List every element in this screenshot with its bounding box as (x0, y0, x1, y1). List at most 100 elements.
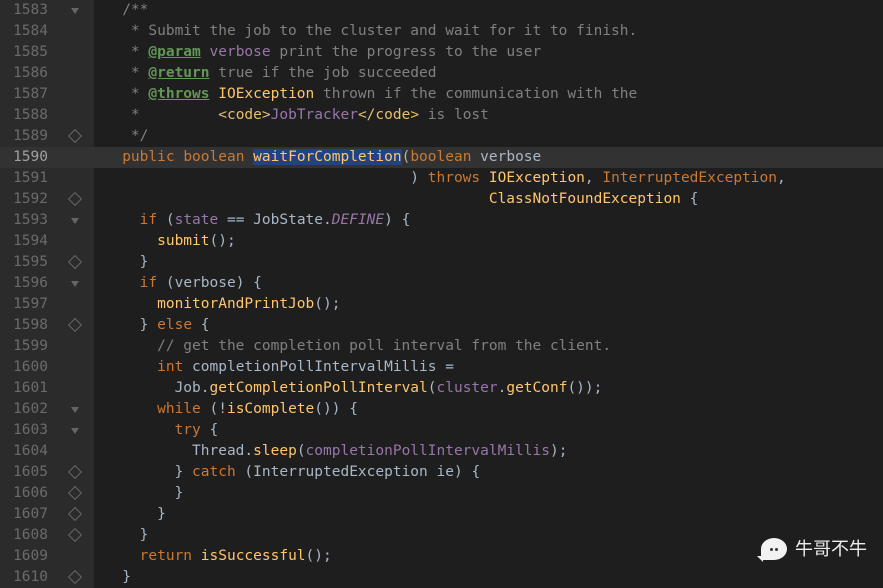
fold-marker (56, 336, 94, 357)
code-token: { (681, 191, 698, 207)
fold-marker[interactable] (56, 567, 94, 588)
code-token: { (201, 422, 218, 438)
code-token (96, 212, 140, 228)
code-token (210, 86, 219, 102)
code-editor[interactable]: 1583158415851586158715881589159015911592… (0, 0, 883, 588)
code-token (96, 380, 175, 396)
code-line[interactable]: ) throws IOException, InterruptedExcepti… (96, 168, 883, 189)
line-number: 1598 (4, 315, 48, 336)
fold-marker[interactable] (56, 483, 94, 504)
code-token (96, 443, 192, 459)
code-line[interactable]: * Submit the job to the cluster and wait… (96, 21, 883, 42)
fold-marker[interactable] (56, 0, 94, 21)
code-token (96, 107, 131, 123)
code-token (183, 359, 192, 375)
code-line[interactable]: while (!isComplete()) { (96, 399, 883, 420)
code-line[interactable]: public boolean waitForCompletion(boolean… (96, 147, 883, 168)
code-line[interactable]: if (verbose) { (96, 273, 883, 294)
code-token: @param (148, 44, 200, 60)
line-number: 1587 (4, 84, 48, 105)
code-token: ()); (567, 380, 602, 396)
code-token (96, 548, 140, 564)
code-line[interactable]: int completionPollIntervalMillis = (96, 357, 883, 378)
line-number: 1594 (4, 231, 48, 252)
code-area[interactable]: /** * Submit the job to the cluster and … (94, 0, 883, 588)
code-line[interactable]: } (96, 483, 883, 504)
code-token: completionPollIntervalMillis (306, 443, 550, 459)
code-token: (); (306, 548, 332, 564)
code-line[interactable]: */ (96, 126, 883, 147)
code-token (96, 170, 410, 186)
line-number: 1585 (4, 42, 48, 63)
fold-marker[interactable] (56, 126, 94, 147)
fold-marker[interactable] (56, 210, 94, 231)
code-token (96, 506, 157, 522)
code-token: print the progress to the user (271, 44, 542, 60)
code-token: { (192, 317, 209, 333)
watermark: 牛哥不牛 (761, 538, 867, 560)
code-line[interactable]: try { (96, 420, 883, 441)
code-line[interactable]: * @return true if the job succeeded (96, 63, 883, 84)
fold-marker (56, 63, 94, 84)
code-token (192, 548, 201, 564)
fold-marker[interactable] (56, 252, 94, 273)
fold-marker[interactable] (56, 315, 94, 336)
line-number: 1605 (4, 462, 48, 483)
code-line[interactable]: Job.getCompletionPollInterval(cluster.ge… (96, 378, 883, 399)
fold-marker[interactable] (56, 525, 94, 546)
code-token: ) { (454, 464, 480, 480)
code-line[interactable]: } (96, 504, 883, 525)
code-token: ( (236, 464, 253, 480)
line-number: 1590 (4, 147, 48, 168)
fold-marker[interactable] (56, 189, 94, 210)
fold-marker[interactable] (56, 504, 94, 525)
code-token: . (201, 380, 210, 396)
fold-marker (56, 21, 94, 42)
code-token: , (777, 170, 786, 186)
line-number: 1599 (4, 336, 48, 357)
line-number: 1610 (4, 567, 48, 588)
code-token: (); (314, 296, 340, 312)
code-line[interactable]: // get the completion poll interval from… (96, 336, 883, 357)
code-line[interactable]: if (state == JobState.DEFINE) { (96, 210, 883, 231)
code-line[interactable]: submit(); (96, 231, 883, 252)
code-token: boolean (183, 149, 244, 165)
code-line[interactable]: } (96, 252, 883, 273)
code-line[interactable]: * @throws IOException thrown if the comm… (96, 84, 883, 105)
code-line[interactable]: /** (96, 0, 883, 21)
code-token (96, 23, 131, 39)
code-token: int (157, 359, 183, 375)
line-number: 1604 (4, 441, 48, 462)
code-token (96, 338, 157, 354)
code-line[interactable]: Thread.sleep(completionPollIntervalMilli… (96, 441, 883, 462)
wechat-icon (761, 538, 787, 560)
code-line[interactable]: * <code>JobTracker</code> is lost (96, 105, 883, 126)
code-line[interactable]: } else { (96, 315, 883, 336)
code-token: monitorAndPrintJob (157, 296, 314, 312)
fold-column[interactable] (56, 0, 94, 588)
code-line[interactable]: * @param verbose print the progress to t… (96, 42, 883, 63)
code-token: } (175, 464, 192, 480)
code-token: * (131, 65, 148, 81)
code-token: = (436, 359, 462, 375)
fold-marker[interactable] (56, 420, 94, 441)
code-token: public (122, 149, 174, 165)
code-token: verbose (175, 275, 236, 291)
code-token: while (157, 401, 201, 417)
code-line[interactable]: } catch (InterruptedException ie) { (96, 462, 883, 483)
fold-marker[interactable] (56, 273, 94, 294)
code-token: isSuccessful (201, 548, 306, 564)
code-token (96, 569, 122, 585)
fold-marker[interactable] (56, 399, 94, 420)
code-token: is lost (419, 107, 489, 123)
code-line[interactable]: monitorAndPrintJob(); (96, 294, 883, 315)
fold-marker[interactable] (56, 462, 94, 483)
code-token: * (131, 86, 148, 102)
code-token: ) { (236, 275, 262, 291)
code-token: ( (157, 275, 174, 291)
code-line[interactable]: } (96, 567, 883, 588)
line-number: 1584 (4, 21, 48, 42)
code-token (244, 149, 253, 165)
watermark-text: 牛哥不牛 (795, 539, 867, 560)
code-line[interactable]: ClassNotFoundException { (96, 189, 883, 210)
